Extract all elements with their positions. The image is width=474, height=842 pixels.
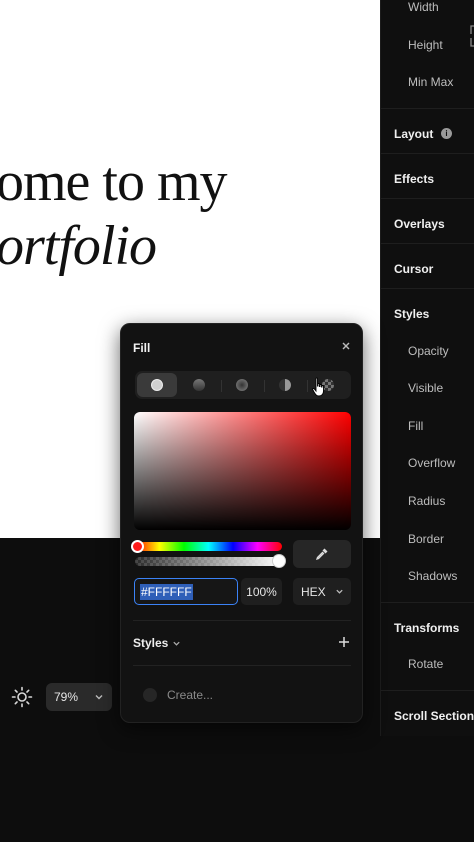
fill-type-linear-gradient[interactable] bbox=[179, 373, 222, 397]
close-icon[interactable] bbox=[340, 340, 352, 352]
fill-type-conic-gradient[interactable] bbox=[265, 373, 308, 397]
popover-divider bbox=[133, 665, 351, 666]
popover-divider bbox=[133, 620, 351, 621]
alpha-slider[interactable] bbox=[135, 557, 282, 566]
create-style-button[interactable]: Create... bbox=[167, 688, 213, 702]
hand-pointer-icon bbox=[312, 377, 324, 397]
zoom-select[interactable]: 79% bbox=[46, 683, 112, 711]
styles-label: Styles bbox=[133, 636, 169, 650]
panel-divider bbox=[381, 108, 474, 109]
prop-border[interactable]: Border bbox=[408, 532, 444, 546]
properties-panel: Width Height Min Max Layout i Effects Ov… bbox=[380, 0, 474, 736]
chevron-down-icon bbox=[336, 589, 343, 594]
zoom-value: 79% bbox=[54, 690, 79, 704]
styles-dropdown[interactable]: Styles bbox=[133, 636, 181, 650]
prop-min-max[interactable]: Min Max bbox=[408, 75, 453, 89]
add-style-icon[interactable] bbox=[337, 635, 351, 649]
prop-height[interactable]: Height bbox=[408, 38, 443, 52]
prop-width[interactable]: Width bbox=[408, 0, 439, 14]
prop-opacity[interactable]: Opacity bbox=[408, 344, 449, 358]
panel-divider bbox=[381, 243, 474, 244]
panel-divider bbox=[381, 690, 474, 691]
info-icon[interactable]: i bbox=[441, 128, 452, 139]
eyedropper-button[interactable] bbox=[293, 540, 351, 568]
fill-popover: Fill #FFFFFF 100% HEX Styles Create... bbox=[120, 323, 363, 723]
prop-radius[interactable]: Radius bbox=[408, 494, 445, 508]
color-format-select[interactable]: HEX bbox=[293, 578, 351, 605]
section-cursor[interactable]: Cursor bbox=[394, 262, 433, 276]
alpha-slider-handle[interactable] bbox=[272, 554, 286, 568]
section-overlays[interactable]: Overlays bbox=[394, 217, 445, 231]
prop-visible[interactable]: Visible bbox=[408, 381, 443, 395]
section-layout[interactable]: Layout bbox=[394, 127, 433, 141]
create-style-circle-icon[interactable] bbox=[143, 688, 157, 702]
prop-fill[interactable]: Fill bbox=[408, 419, 423, 433]
opacity-input[interactable]: 100% bbox=[241, 578, 282, 605]
theme-sun-icon[interactable] bbox=[11, 686, 33, 708]
solid-fill-icon bbox=[151, 379, 163, 391]
fill-popover-title: Fill bbox=[133, 341, 151, 355]
hue-slider[interactable] bbox=[135, 542, 282, 551]
linear-gradient-icon bbox=[193, 379, 205, 391]
prop-overflow[interactable]: Overflow bbox=[408, 456, 455, 470]
fill-type-radial-gradient[interactable] bbox=[222, 373, 265, 397]
radial-gradient-icon bbox=[236, 379, 248, 391]
color-format-value: HEX bbox=[301, 584, 326, 599]
conic-gradient-icon bbox=[279, 379, 291, 391]
panel-divider bbox=[381, 602, 474, 603]
panel-divider bbox=[381, 153, 474, 154]
hex-value: #FFFFFF bbox=[140, 583, 193, 600]
saturation-picker[interactable] bbox=[134, 412, 351, 530]
hero-line-2: ortfolio bbox=[0, 215, 157, 277]
prop-shadows[interactable]: Shadows bbox=[408, 569, 457, 583]
fill-type-solid[interactable] bbox=[137, 373, 177, 397]
eyedropper-icon bbox=[315, 548, 328, 561]
chevron-down-icon bbox=[173, 641, 181, 646]
prop-rotate[interactable]: Rotate bbox=[408, 657, 443, 671]
panel-divider bbox=[381, 198, 474, 199]
aspect-lock-icon[interactable] bbox=[467, 22, 474, 50]
section-effects[interactable]: Effects bbox=[394, 172, 434, 186]
hex-color-input[interactable]: #FFFFFF bbox=[134, 578, 238, 605]
hue-slider-handle[interactable] bbox=[131, 540, 144, 553]
panel-divider bbox=[381, 288, 474, 289]
section-scroll-section[interactable]: Scroll Section bbox=[394, 709, 474, 723]
toolbar-area bbox=[0, 736, 474, 842]
section-transforms[interactable]: Transforms bbox=[394, 621, 459, 635]
hero-line-1: ome to my bbox=[0, 151, 228, 213]
chevron-down-icon bbox=[95, 695, 103, 700]
section-styles[interactable]: Styles bbox=[394, 307, 429, 321]
